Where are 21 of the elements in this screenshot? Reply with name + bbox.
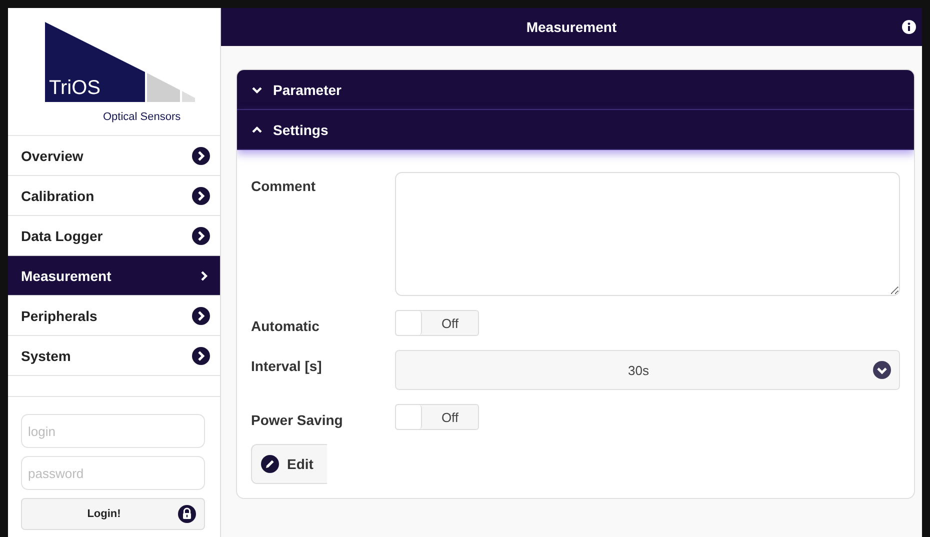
edit-button[interactable]: Edit xyxy=(251,444,327,484)
page-title: Measurement xyxy=(526,19,617,35)
section-header[interactable]: Settings xyxy=(237,110,914,150)
interval-dropdown[interactable]: 30s xyxy=(395,350,900,390)
field-label: Power Saving xyxy=(251,411,344,428)
toggle-switch[interactable]: Off xyxy=(395,404,479,430)
login-button[interactable]: Login! xyxy=(21,498,205,530)
field-label: Automatic xyxy=(251,317,320,334)
nav-item[interactable]: Measurement xyxy=(8,256,220,296)
logo-tagline: Optical Sensors xyxy=(103,111,181,123)
nav-item[interactable]: Peripherals xyxy=(8,296,220,336)
section-header[interactable]: Parameter xyxy=(237,70,914,110)
logo-text: TriOS xyxy=(49,77,100,99)
field-label: Comment xyxy=(251,177,317,194)
field-label: Interval [s] xyxy=(251,357,323,374)
toggle-switch[interactable]: Off xyxy=(395,310,479,336)
login-field[interactable]: login xyxy=(21,414,205,448)
password-field[interactable]: password xyxy=(21,456,205,490)
nav-item[interactable]: System xyxy=(8,336,220,376)
nav-item[interactable]: Overview xyxy=(8,136,220,176)
nav-item[interactable]: Calibration xyxy=(8,176,220,216)
